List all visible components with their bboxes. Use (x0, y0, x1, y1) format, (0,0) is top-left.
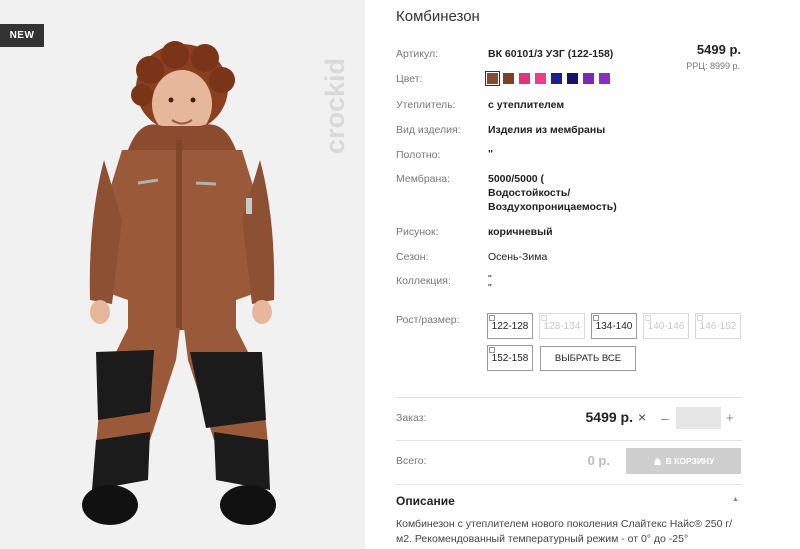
recommended-price: РРЦ: 8999 р. (686, 61, 740, 71)
collection-value-2: " (488, 282, 492, 294)
order-label: Заказ: (396, 412, 427, 424)
size-option-label: 122-128 (491, 320, 529, 332)
quantity-input[interactable] (676, 407, 721, 429)
remove-icon[interactable]: × (638, 409, 646, 425)
size-option-label: 140-146 (647, 320, 685, 332)
insulation-label: Утеплитель: (396, 99, 456, 111)
add-to-cart-button[interactable]: В КОРЗИНУ (626, 448, 741, 474)
size-label: Рост/размер: (396, 314, 460, 326)
size-option-134-140[interactable]: 134-140 (591, 313, 637, 339)
season-value: Осень-Зима (488, 251, 548, 263)
divider (396, 397, 742, 398)
color-label: Цвет: (396, 73, 423, 85)
fabric-label: Полотно: (396, 149, 441, 161)
checkbox-icon (645, 315, 651, 321)
insulation-value: с утеплителем (488, 99, 565, 111)
size-option-label: 146-152 (699, 320, 737, 332)
svg-text:crockid: crockid (320, 58, 350, 154)
membrane-value-line2: Водостойкость/ (488, 187, 571, 199)
add-to-cart-label: В КОРЗИНУ (665, 456, 715, 466)
collection-label: Коллекция: (396, 275, 451, 287)
size-option-146-152[interactable]: 146-152 (695, 313, 741, 339)
checkbox-icon (593, 315, 599, 321)
product-price: 5499 р. (696, 42, 741, 57)
quantity-increase-button[interactable]: + (726, 410, 734, 425)
bag-icon (653, 457, 661, 465)
checkbox-icon (489, 347, 495, 353)
chevron-up-icon[interactable]: ▲ (732, 496, 739, 503)
fabric-value: " (488, 148, 493, 160)
season-label: Сезон: (396, 251, 429, 263)
description-title[interactable]: Описание (396, 494, 455, 508)
pattern-value: коричневый (488, 226, 553, 238)
size-option-140-146[interactable]: 140-146 (643, 313, 689, 339)
color-swatch[interactable] (599, 73, 610, 84)
article-value: ВК 60101/3 УЗГ (122-158) (488, 48, 614, 60)
select-all-button[interactable]: ВЫБРАТЬ ВСЕ (540, 346, 636, 371)
membrane-label: Мембрана: (396, 173, 451, 185)
article-label: Артикул: (396, 48, 439, 60)
size-option-label: 128-134 (543, 320, 581, 332)
pattern-label: Рисунок: (396, 226, 439, 238)
checkbox-icon (489, 315, 495, 321)
size-option-122-128[interactable]: 122-128 (487, 313, 533, 339)
total-value: 0 р. (587, 453, 610, 468)
order-price: 5499 р. (585, 409, 633, 425)
total-label: Всего: (396, 455, 427, 467)
size-option-128-134[interactable]: 128-134 (539, 313, 585, 339)
product-image (0, 0, 365, 549)
new-badge: NEW (0, 24, 44, 47)
color-swatch[interactable] (503, 73, 514, 84)
color-swatch[interactable] (519, 73, 530, 84)
brand-logo: crockid (320, 58, 350, 154)
size-option-label: 134-140 (595, 320, 633, 332)
color-swatch[interactable] (583, 73, 594, 84)
size-option-152-158[interactable]: 152-158 (487, 345, 533, 371)
color-swatch[interactable] (485, 71, 500, 86)
checkbox-icon (697, 315, 703, 321)
color-swatch[interactable] (551, 73, 562, 84)
quantity-decrease-button[interactable]: – (661, 410, 669, 426)
type-value: Изделия из мембраны (488, 124, 606, 136)
size-option-label: 152-158 (491, 352, 529, 364)
membrane-value-line3: Воздухопроницаемость) (488, 201, 617, 213)
membrane-value-line1: 5000/5000 ( (488, 173, 545, 185)
type-label: Вид изделия: (396, 124, 461, 136)
product-photo[interactable]: NEW crockid (0, 0, 365, 549)
color-swatch[interactable] (567, 73, 578, 84)
description-text: Комбинезон с утеплителем нового поколени… (396, 518, 733, 545)
divider (396, 440, 742, 441)
divider (396, 484, 742, 485)
color-swatch[interactable] (535, 73, 546, 84)
color-swatches (485, 71, 610, 86)
checkbox-icon (541, 315, 547, 321)
product-title: Комбинезон (396, 8, 480, 25)
